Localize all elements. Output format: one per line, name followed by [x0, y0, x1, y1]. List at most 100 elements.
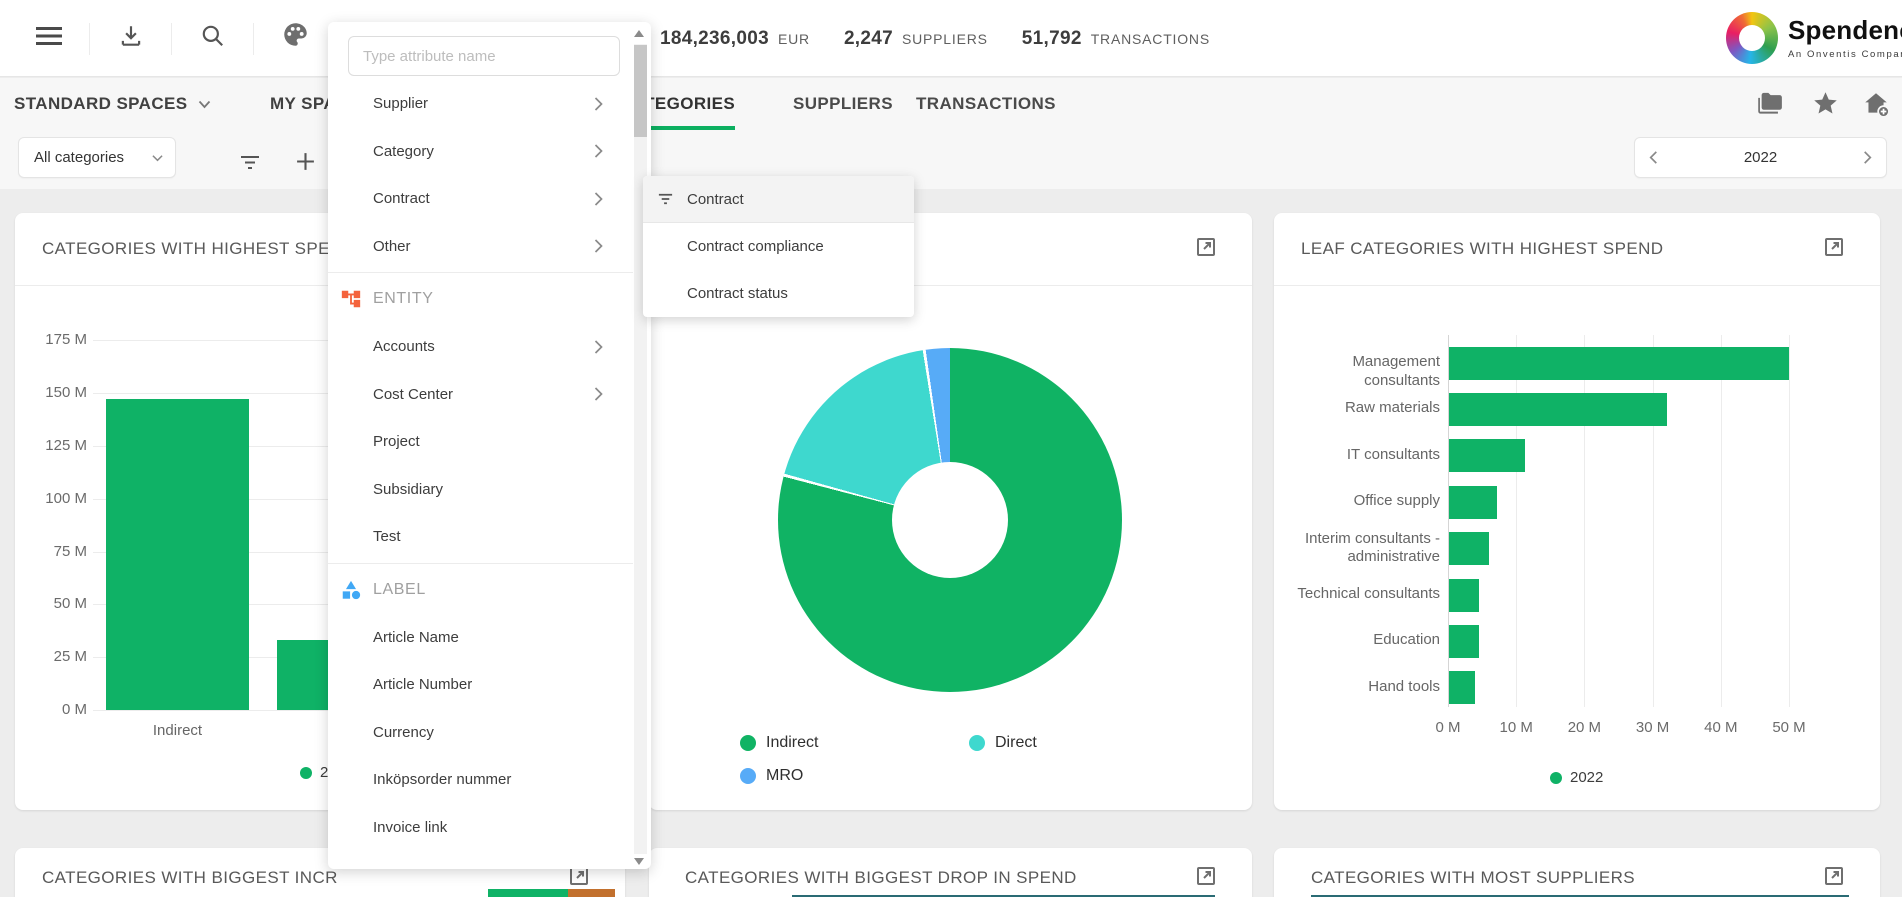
standard-spaces-dropdown[interactable]: STANDARD SPACES	[14, 78, 211, 130]
attribute-item-label: Category	[373, 143, 434, 160]
scroll-up-icon[interactable]	[634, 30, 644, 37]
search-button[interactable]	[198, 23, 228, 53]
workspace-nav: STANDARD SPACES MY SPA CATEGORIESSUPPLIE…	[0, 78, 1902, 130]
bar-it-consultants[interactable]	[1449, 439, 1525, 472]
expand-icon[interactable]	[1822, 235, 1846, 259]
attribute-item-accounts[interactable]: Accounts	[328, 323, 633, 371]
attribute-item-subsidiary[interactable]: Subsidiary	[328, 466, 633, 514]
filter-button[interactable]	[235, 150, 265, 180]
chevron-right-icon	[594, 96, 603, 112]
stat-suppliers: 2,247SUPPLIERS	[844, 28, 988, 50]
scrollbar-track[interactable]	[634, 44, 647, 854]
chevron-right-icon	[594, 238, 603, 254]
bar-interim-consultants-administrative[interactable]	[1449, 532, 1489, 565]
palette-icon	[282, 21, 309, 53]
gridline	[1584, 335, 1585, 707]
attribute-item-label: Test	[373, 528, 401, 545]
scroll-down-icon[interactable]	[634, 858, 644, 865]
legend-item-direct[interactable]: Direct	[969, 734, 1037, 752]
submenu-item-contract-compliance[interactable]: Contract compliance	[643, 223, 914, 270]
filter-icon	[657, 192, 674, 210]
spendency-logo: Spendency An Onventis Company	[1726, 12, 1902, 64]
add-home-dashboard-button[interactable]	[1861, 91, 1891, 121]
attribute-item-label: Inköpsorder nummer	[373, 771, 511, 788]
chevron-right-icon	[594, 339, 603, 355]
attribute-item-ink-psorder-nummer[interactable]: Inköpsorder nummer	[328, 756, 633, 804]
divider	[253, 23, 254, 55]
chevron-down-icon	[152, 154, 163, 162]
y-axis-tick: 175 M	[35, 331, 87, 348]
bar-office-supply[interactable]	[1449, 486, 1497, 519]
expand-icon[interactable]	[1194, 864, 1218, 888]
y-axis-tick: 50 M	[35, 595, 87, 612]
attribute-item-contract[interactable]: Contract	[328, 175, 633, 223]
year-selector: 2022	[1634, 137, 1887, 178]
next-year-button[interactable]	[1863, 150, 1872, 165]
attribute-item-supplier[interactable]: Supplier	[328, 80, 633, 128]
divider	[1274, 285, 1880, 286]
bar-Indirect[interactable]	[106, 399, 249, 710]
favorites-button[interactable]	[1810, 91, 1840, 121]
legend-item-indirect[interactable]: Indirect	[740, 734, 818, 752]
stat-unit: SUPPLIERS	[902, 31, 988, 47]
bar-technical-consultants[interactable]	[1449, 579, 1479, 612]
legend-label: Indirect	[766, 734, 818, 752]
y-axis-label: Management consultants	[1282, 353, 1440, 391]
previous-year-button[interactable]	[1649, 150, 1658, 165]
my-spaces-dropdown[interactable]: MY SPA	[270, 78, 336, 130]
my-spaces-label: MY SPA	[270, 94, 336, 114]
attribute-item-category[interactable]: Category	[328, 128, 633, 176]
legend-dot	[1550, 772, 1562, 784]
tab-transactions[interactable]: TRANSACTIONS	[916, 78, 1056, 130]
divider	[89, 23, 90, 55]
bar-hand-tools[interactable]	[1449, 671, 1475, 704]
theme-palette-button[interactable]	[280, 22, 310, 52]
legend-item-mro[interactable]: MRO	[740, 767, 803, 785]
gridline	[1653, 335, 1654, 707]
attribute-item-invoice-link[interactable]: Invoice link	[328, 804, 633, 852]
attribute-item-article-name[interactable]: Article Name	[328, 614, 633, 662]
tab-suppliers[interactable]: SUPPLIERS	[793, 78, 893, 130]
attribute-item-label: Subsidiary	[373, 481, 443, 498]
expand-icon[interactable]	[1822, 864, 1846, 888]
attribute-item-cost-center[interactable]: Cost Center	[328, 371, 633, 419]
submenu-item-label: Contract compliance	[687, 238, 824, 255]
x-axis-tick: 50 M	[1767, 719, 1811, 736]
attribute-item-project[interactable]: Project	[328, 418, 633, 466]
add-filter-button[interactable]	[290, 149, 320, 179]
attribute-item-other[interactable]: Other	[328, 223, 633, 271]
chart-sliver	[488, 889, 568, 897]
category-filter-dropdown[interactable]: All categories	[18, 137, 176, 178]
attribute-search-input[interactable]	[348, 36, 620, 76]
attribute-item-label: Accounts	[373, 338, 435, 355]
y-axis-label: Technical consultants	[1282, 585, 1440, 604]
hamburger-menu-button[interactable]	[34, 23, 64, 53]
bar-education[interactable]	[1449, 625, 1479, 658]
legend-dot	[300, 767, 312, 779]
legend-label: 2022	[1570, 769, 1603, 786]
attribute-item-test[interactable]: Test	[328, 513, 633, 561]
attribute-item-article-number[interactable]: Article Number	[328, 661, 633, 709]
spendency-logo-ring-icon	[1726, 12, 1778, 64]
bar-management-consultants[interactable]	[1449, 347, 1789, 380]
submenu-item-contract[interactable]: Contract	[643, 176, 914, 223]
category-filter-value: All categories	[34, 149, 124, 166]
spaces-folder-button[interactable]	[1754, 91, 1784, 121]
folder-icon	[1756, 90, 1783, 122]
legend-dot	[740, 768, 756, 784]
expand-icon[interactable]	[1194, 235, 1218, 259]
x-axis-tick: 20 M	[1562, 719, 1606, 736]
bar-raw-materials[interactable]	[1449, 393, 1667, 426]
gridline	[1789, 335, 1790, 707]
logo-tagline: An Onventis Company	[1788, 49, 1902, 60]
section-label: ENTITY	[373, 290, 434, 308]
attribute-item-label: Currency	[373, 724, 434, 741]
scrollbar-thumb[interactable]	[634, 45, 647, 137]
attribute-item-currency[interactable]: Currency	[328, 709, 633, 757]
submenu-item-contract-status[interactable]: Contract status	[643, 270, 914, 317]
card-title: CATEGORIES WITH MOST SUPPLIERS	[1311, 868, 1635, 888]
y-axis-tick: 0 M	[35, 701, 87, 718]
section-label: LABEL	[373, 581, 426, 599]
download-button[interactable]	[116, 23, 146, 53]
y-axis-tick: 150 M	[35, 384, 87, 401]
